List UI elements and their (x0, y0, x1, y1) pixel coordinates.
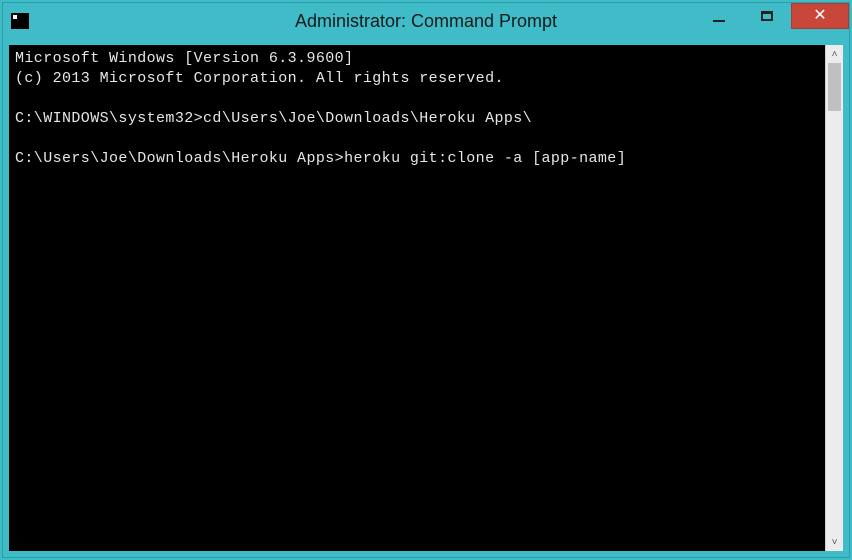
terminal-command: cd\Users\Joe\Downloads\Heroku Apps\ (203, 110, 532, 127)
terminal-line: Microsoft Windows [Version 6.3.9600] (15, 50, 353, 67)
scroll-down-button[interactable]: ˅ (826, 533, 843, 551)
minimize-button[interactable] (695, 3, 743, 29)
terminal-container: Microsoft Windows [Version 6.3.9600] (c)… (9, 45, 843, 551)
command-prompt-window: Administrator: Command Prompt ✕ Microsof… (2, 2, 850, 558)
client-area: Microsoft Windows [Version 6.3.9600] (c)… (3, 39, 849, 557)
close-icon: ✕ (813, 8, 826, 24)
scrollbar-thumb[interactable] (828, 63, 841, 111)
maximize-icon (761, 11, 773, 21)
terminal-prompt: C:\Users\Joe\Downloads\Heroku Apps> (15, 150, 344, 167)
terminal-prompt: C:\WINDOWS\system32> (15, 110, 203, 127)
scroll-up-button[interactable]: ˄ (826, 45, 843, 63)
terminal-command: heroku git:clone -a [app-name] (344, 150, 626, 167)
chevron-down-icon: ˅ (832, 537, 838, 548)
titlebar[interactable]: Administrator: Command Prompt ✕ (3, 3, 849, 39)
cmd-icon (11, 13, 29, 29)
terminal-output[interactable]: Microsoft Windows [Version 6.3.9600] (c)… (9, 45, 825, 551)
vertical-scrollbar[interactable]: ˄ ˅ (825, 45, 843, 551)
window-controls: ✕ (695, 3, 849, 31)
maximize-button[interactable] (743, 3, 791, 29)
minimize-icon (713, 20, 725, 22)
chevron-up-icon: ˄ (832, 49, 838, 60)
scrollbar-track[interactable] (826, 63, 843, 533)
terminal-line: (c) 2013 Microsoft Corporation. All righ… (15, 70, 504, 87)
close-button[interactable]: ✕ (791, 3, 849, 29)
window-title: Administrator: Command Prompt (295, 11, 557, 32)
